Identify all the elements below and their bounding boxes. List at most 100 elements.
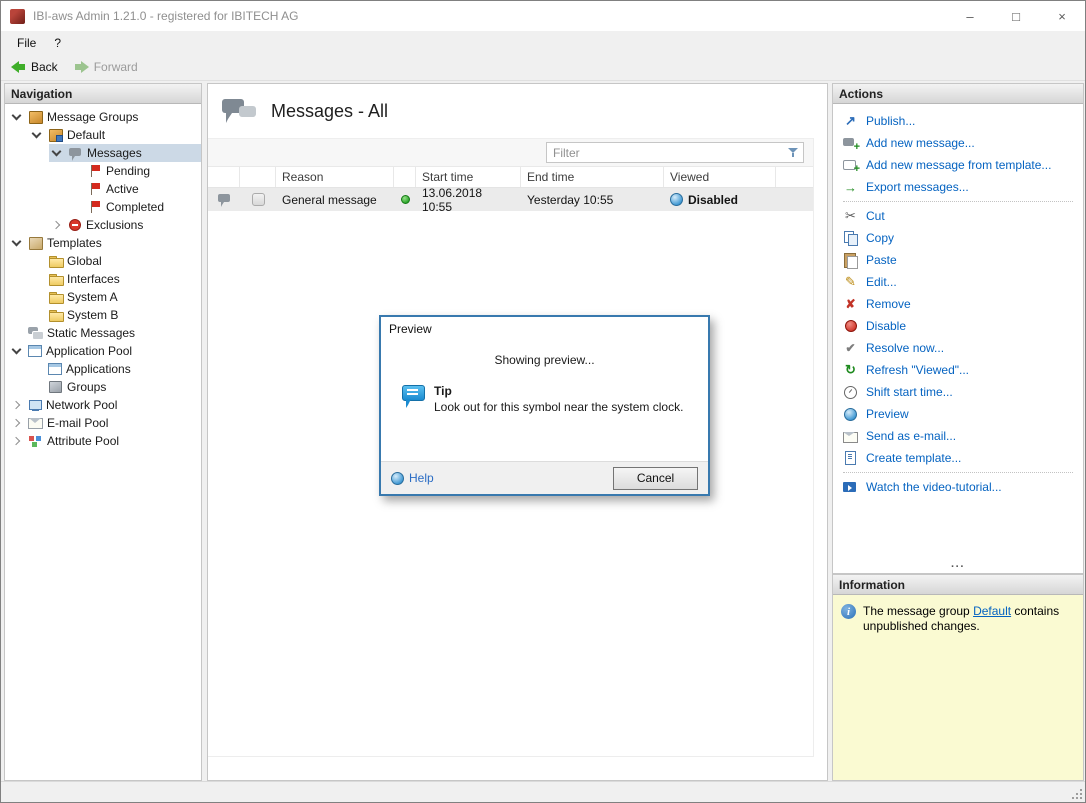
back-button[interactable]: Back (11, 60, 58, 74)
menu-file[interactable]: File (8, 33, 45, 53)
forward-button[interactable]: Forward (74, 60, 138, 74)
tree-item[interactable]: Interfaces (5, 270, 201, 288)
tree-expander-icon[interactable] (69, 182, 84, 197)
action-item[interactable]: Shift start time... (833, 381, 1083, 403)
actions-overflow-button[interactable]: ··· (833, 562, 1083, 573)
filter-funnel-icon[interactable] (787, 148, 799, 157)
help-label: Help (409, 471, 434, 485)
tree-expander-icon[interactable] (69, 164, 84, 179)
tree-item-label: Applications (66, 362, 131, 376)
tree-item-content: Messages (49, 144, 201, 162)
tree-item[interactable]: Network Pool (5, 396, 201, 414)
default-group-link[interactable]: Default (973, 604, 1011, 618)
action-label: Shift start time... (866, 385, 953, 399)
message-table: General message 13.06.2018 10:55 Yesterd… (208, 185, 813, 214)
refresh-icon (842, 362, 859, 378)
dialog-title: Preview (389, 322, 432, 336)
tree-item[interactable]: Exclusions (5, 216, 201, 234)
tree-item-label: Completed (106, 200, 165, 214)
attribute-pool-icon (28, 435, 43, 448)
reason-cell: General message (282, 192, 377, 207)
action-item[interactable]: Publish... (833, 110, 1083, 132)
tree-item[interactable]: Message Groups (5, 108, 201, 126)
resize-grip-icon[interactable] (1070, 787, 1083, 800)
tree-expander-icon[interactable] (49, 146, 64, 161)
tree-item[interactable]: Attribute Pool (5, 432, 201, 450)
menu-help[interactable]: ? (45, 33, 70, 53)
action-item[interactable]: Resolve now... (833, 337, 1083, 359)
action-item[interactable]: Cut (833, 205, 1083, 227)
tree-expander-icon[interactable] (69, 200, 84, 215)
tree-expander-icon[interactable] (29, 362, 44, 377)
action-item[interactable]: Preview (833, 403, 1083, 425)
tree-item[interactable]: Global (5, 252, 201, 270)
tree-item[interactable]: Templates (5, 234, 201, 252)
tree-item[interactable]: Messages (5, 144, 201, 162)
tree-expander-icon[interactable] (29, 308, 44, 323)
action-item[interactable]: Paste (833, 249, 1083, 271)
tree-item[interactable]: E-mail Pool (5, 414, 201, 432)
tree-item[interactable]: System A (5, 288, 201, 306)
start-time-cell: 13.06.2018 10:55 (422, 185, 483, 214)
action-item[interactable]: Add new message from template... (833, 154, 1083, 176)
tree-expander-icon[interactable] (9, 434, 24, 449)
column-start-time[interactable]: Start time (416, 167, 521, 187)
tree-item[interactable]: Completed (5, 198, 201, 216)
tree-item[interactable]: Application Pool (5, 342, 201, 360)
action-item[interactable]: Add new message... (833, 132, 1083, 154)
completed-flag-icon (88, 200, 102, 214)
tree-expander-icon[interactable] (29, 272, 44, 287)
tree-item[interactable]: Pending (5, 162, 201, 180)
tree-expander-icon[interactable] (9, 398, 24, 413)
forward-label: Forward (93, 60, 138, 74)
tree-expander-icon[interactable] (9, 236, 24, 251)
tree-item[interactable]: Default (5, 126, 201, 144)
action-item[interactable]: Copy (833, 227, 1083, 249)
tree-expander-icon[interactable] (9, 326, 24, 341)
tree-item-label: System B (67, 308, 119, 322)
tree-item[interactable]: Groups (5, 378, 201, 396)
action-item[interactable]: Create template... (833, 447, 1083, 469)
filter-band (208, 138, 813, 167)
tree-item[interactable]: Active (5, 180, 201, 198)
maximize-button[interactable]: □ (993, 1, 1039, 31)
filter-input[interactable] (553, 145, 783, 160)
tree-item-label: Groups (67, 380, 107, 394)
tree-item-content: Templates (9, 234, 201, 252)
action-item[interactable]: Remove (833, 293, 1083, 315)
column-status[interactable] (394, 167, 416, 187)
tree-item[interactable]: Applications (5, 360, 201, 378)
active-flag-icon (88, 182, 102, 196)
toolbar: Back Forward (1, 54, 1085, 81)
default-group-icon (48, 128, 63, 143)
cancel-button[interactable]: Cancel (613, 466, 698, 490)
action-item[interactable]: Export messages... (833, 176, 1083, 198)
tree-expander-icon[interactable] (29, 128, 44, 143)
action-item[interactable]: Watch the video-tutorial... (833, 476, 1083, 498)
tree-expander-icon[interactable] (29, 380, 44, 395)
action-item[interactable]: Refresh "Viewed"... (833, 359, 1083, 381)
tree-expander-icon[interactable] (29, 290, 44, 305)
message-bubble-icon (217, 192, 232, 207)
tree-expander-icon[interactable] (9, 110, 24, 125)
action-item[interactable]: Disable (833, 315, 1083, 337)
tree-item[interactable]: Static Messages (5, 324, 201, 342)
tree-item[interactable]: System B (5, 306, 201, 324)
column-end-time[interactable]: End time (521, 167, 664, 187)
action-label: Preview (866, 407, 909, 421)
tree-expander-icon[interactable] (29, 254, 44, 269)
close-button[interactable]: × (1039, 1, 1085, 31)
tree-expander-icon[interactable] (9, 344, 24, 359)
actions-list: Publish... Add new message... Add new me… (833, 104, 1083, 573)
action-item[interactable]: Edit... (833, 271, 1083, 293)
help-link[interactable]: Help (391, 471, 434, 485)
tree-item-content: Application Pool (9, 342, 201, 360)
tree-expander-icon[interactable] (49, 218, 64, 233)
column-reason[interactable]: Reason (276, 167, 394, 187)
groups-icon (48, 380, 63, 395)
tree-expander-icon[interactable] (9, 416, 24, 431)
minimize-button[interactable]: – (947, 1, 993, 31)
message-row[interactable]: General message 13.06.2018 10:55 Yesterd… (208, 185, 813, 214)
action-item[interactable]: Send as e-mail... (833, 425, 1083, 447)
column-viewed[interactable]: Viewed (664, 167, 776, 187)
